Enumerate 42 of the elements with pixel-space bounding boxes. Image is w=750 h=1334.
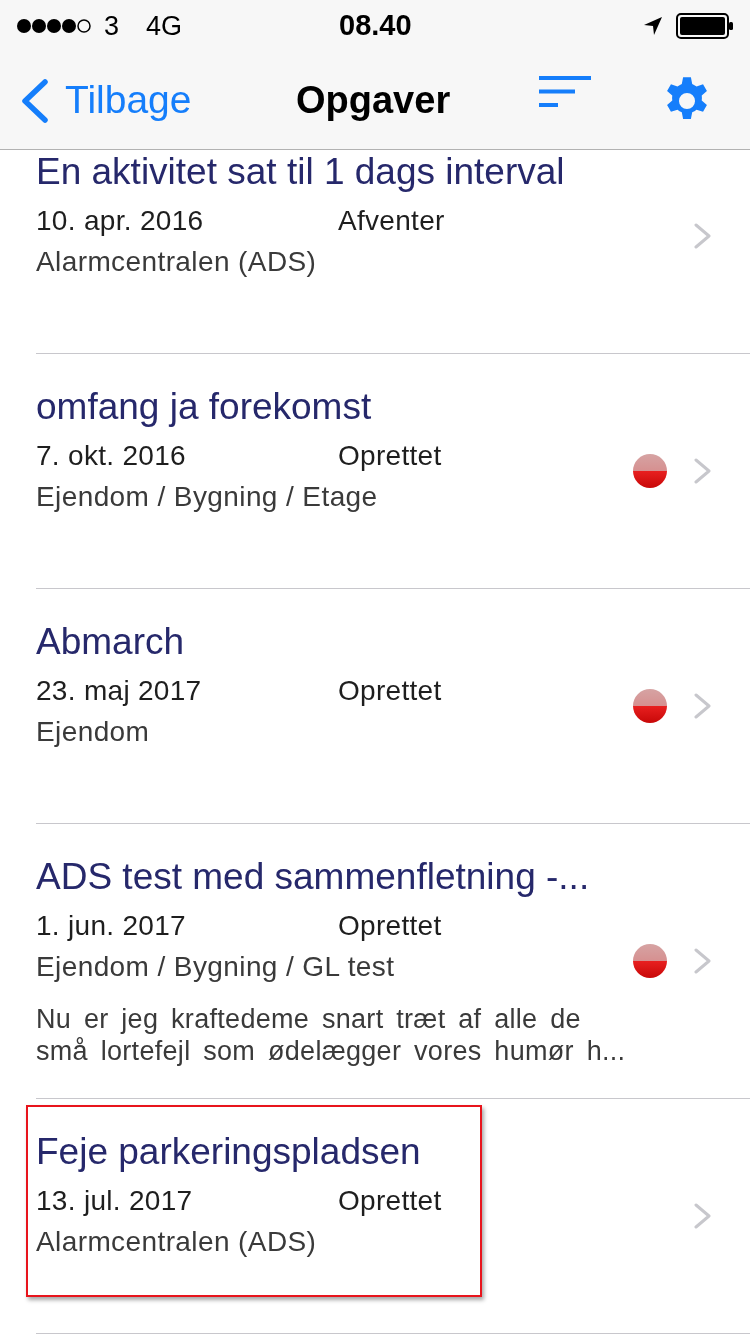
carrier-label: 3: [104, 9, 120, 43]
chevron-left-icon: [20, 78, 49, 123]
sort-lines-icon: [539, 75, 591, 107]
task-title: ADS test med sammenfletning -...: [36, 855, 590, 899]
task-row[interactable]: Abmarch 23. maj 2017 Oprettet Ejendom: [36, 589, 750, 824]
task-title: omfang ja forekomst: [36, 385, 372, 429]
task-row[interactable]: Feje parkeringspladsen 13. jul. 2017 Oprettet Alarmcentralen (ADS): [36, 1099, 750, 1334]
task-row[interactable]: ADS test med sammenfletning -... 1. jun. 2017 Oprettet Ejendom / Bygning / GL test Nu er jeg kraftedeme snart træt af alle de små lortefejl som ødelægger vores humør h...: [36, 824, 750, 1099]
sort-button[interactable]: [538, 74, 592, 108]
screen-title: Opgaver: [296, 78, 451, 123]
task-title: Feje parkeringspladsen: [36, 1130, 421, 1174]
chevron-right-icon: [694, 948, 712, 974]
network-label: 4G: [146, 9, 183, 43]
chevron-right-icon: [694, 223, 712, 249]
task-location: Ejendom: [36, 715, 150, 749]
task-title: Abmarch: [36, 620, 185, 664]
task-status: Oprettet: [338, 674, 442, 708]
battery-icon: [676, 13, 734, 39]
task-title: En aktivitet sat til 1 dags interval: [36, 150, 565, 194]
task-row[interactable]: En aktivitet sat til 1 dags interval 10. apr. 2016 Afventer Alarmcentralen (ADS): [36, 150, 750, 354]
task-status: Oprettet: [338, 909, 442, 943]
task-location: Alarmcentralen (ADS): [36, 1225, 317, 1259]
chevron-right-icon: [694, 458, 712, 484]
location-arrow-icon: [644, 17, 662, 35]
task-date: 7. okt. 2016: [36, 439, 187, 473]
chevron-right-icon: [694, 1203, 712, 1229]
task-date: 13. jul. 2017: [36, 1184, 194, 1218]
task-note: Nu er jeg kraftedeme snart træt af alle de små lortefejl som ødelægger vores humør h...: [36, 1003, 627, 1067]
task-status: Oprettet: [338, 439, 442, 473]
task-status: Oprettet: [338, 1184, 442, 1218]
signal-strength-icon: [16, 18, 92, 34]
task-location: Ejendom / Bygning / Etage: [36, 480, 378, 514]
task-row[interactable]: omfang ja forekomst 7. okt. 2016 Oprettet Ejendom / Bygning / Etage: [36, 354, 750, 589]
back-button[interactable]: Tilbage: [20, 71, 192, 130]
task-date: 23. maj 2017: [36, 674, 203, 708]
clock-time: 08.40: [339, 8, 412, 44]
chevron-right-icon: [694, 693, 712, 719]
task-location: Alarmcentralen (ADS): [36, 245, 317, 279]
task-location: Ejendom / Bygning / GL test: [36, 950, 395, 984]
task-status: Afventer: [338, 204, 445, 238]
task-date: 10. apr. 2016: [36, 204, 205, 238]
task-date: 1. jun. 2017: [36, 909, 187, 943]
